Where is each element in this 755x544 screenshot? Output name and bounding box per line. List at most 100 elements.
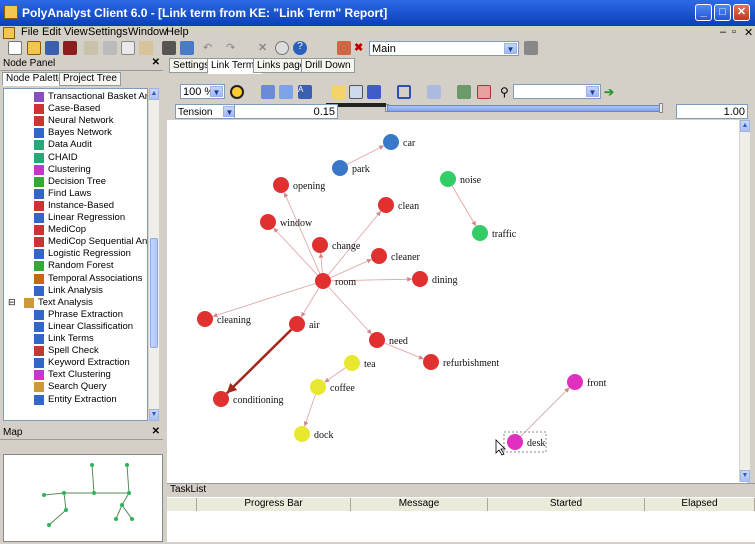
graph-edge[interactable] bbox=[324, 367, 346, 383]
graph-edge[interactable] bbox=[346, 145, 385, 165]
column-header-started[interactable]: Started bbox=[488, 498, 645, 511]
select-mode-icon[interactable] bbox=[332, 85, 346, 99]
paste-icon[interactable] bbox=[139, 41, 153, 55]
graph-edge[interactable] bbox=[225, 319, 302, 395]
redo-icon[interactable]: ↷ bbox=[226, 41, 240, 55]
mdi-restore-icon[interactable]: ▫ bbox=[732, 26, 736, 38]
close-icon[interactable]: ✕ bbox=[152, 426, 160, 437]
new-file-icon[interactable] bbox=[8, 41, 22, 55]
graph-edge[interactable] bbox=[330, 258, 372, 279]
tension-select[interactable]: Tension ▼ bbox=[175, 104, 238, 119]
maximize-button[interactable]: □ bbox=[714, 4, 731, 21]
graph-node-air[interactable] bbox=[289, 316, 305, 332]
print-icon[interactable] bbox=[84, 41, 98, 55]
graph-edge[interactable] bbox=[318, 252, 324, 274]
save-icon[interactable] bbox=[45, 41, 59, 55]
label-font-icon[interactable]: A bbox=[298, 85, 312, 99]
workspace-settings-icon[interactable] bbox=[524, 41, 538, 55]
close-icon[interactable]: ✕ bbox=[152, 57, 160, 68]
menu-settings[interactable]: Settings bbox=[88, 26, 128, 38]
graph-node-need[interactable] bbox=[369, 332, 385, 348]
fit-view-icon[interactable] bbox=[349, 85, 363, 99]
highlight-icon[interactable] bbox=[427, 85, 441, 99]
graph-node-refurbishment[interactable] bbox=[423, 354, 439, 370]
scroll-thumb[interactable] bbox=[150, 238, 158, 348]
help-icon[interactable]: ? bbox=[293, 41, 307, 55]
export-image-icon[interactable] bbox=[477, 85, 491, 99]
binoculars-icon[interactable]: ⚲ bbox=[500, 85, 514, 99]
graph-node-park[interactable] bbox=[332, 160, 348, 176]
graph-node-window[interactable] bbox=[260, 214, 276, 230]
collapse-icon[interactable]: ⊟ bbox=[8, 296, 16, 308]
edge-style-icon[interactable] bbox=[367, 85, 381, 99]
tension-max-field[interactable]: 1.00 bbox=[676, 104, 748, 119]
menu-window[interactable]: Window bbox=[128, 26, 167, 38]
graph-edge[interactable] bbox=[303, 394, 316, 427]
column-header-progress[interactable]: Progress Bar bbox=[197, 498, 351, 511]
column-header-message[interactable]: Message bbox=[351, 498, 488, 511]
back-icon[interactable] bbox=[162, 41, 176, 55]
graph-node-coffee[interactable] bbox=[310, 379, 326, 395]
menu-help[interactable]: Help bbox=[166, 26, 189, 38]
graph-node-tea[interactable] bbox=[344, 355, 360, 371]
graph-node-conditioning[interactable] bbox=[213, 391, 229, 407]
graph-edge[interactable] bbox=[328, 286, 372, 335]
graph-node-desk[interactable] bbox=[507, 434, 523, 450]
link-terms-graph[interactable]: car park noise traffic opening window clean cha… bbox=[167, 120, 747, 540]
graph-edge[interactable] bbox=[212, 283, 316, 318]
minimize-button[interactable]: _ bbox=[695, 4, 712, 21]
copy-icon[interactable] bbox=[121, 41, 135, 55]
graph-node-cleaning[interactable] bbox=[197, 311, 213, 327]
panel-toggle-icon[interactable] bbox=[180, 41, 194, 55]
scroll-down-icon[interactable]: ▼ bbox=[740, 470, 750, 482]
tree-vertical-scrollbar[interactable]: ▲ ▼ bbox=[148, 88, 159, 421]
graph-node-opening[interactable] bbox=[273, 177, 289, 193]
menu-view[interactable]: View bbox=[64, 26, 88, 38]
graph-edge[interactable] bbox=[520, 387, 570, 437]
scroll-up-icon[interactable]: ▲ bbox=[149, 88, 159, 100]
layout-circle-icon[interactable] bbox=[230, 85, 244, 99]
graph-node-front[interactable] bbox=[567, 374, 583, 390]
graph-node-room[interactable] bbox=[315, 273, 331, 289]
map-overview[interactable] bbox=[3, 454, 163, 542]
cut-icon[interactable] bbox=[103, 41, 117, 55]
run-icon[interactable] bbox=[337, 41, 351, 55]
tab-project-tree[interactable]: Project Tree bbox=[59, 72, 121, 86]
column-header-elapsed[interactable]: Elapsed bbox=[645, 498, 755, 511]
grid-layout-icon[interactable] bbox=[261, 85, 275, 99]
undo-icon[interactable]: ↶ bbox=[203, 41, 217, 55]
delete-icon[interactable]: ✕ bbox=[258, 41, 272, 55]
save-as-icon[interactable] bbox=[63, 41, 77, 55]
node-shape-icon[interactable] bbox=[397, 85, 411, 99]
graph-node-clean[interactable] bbox=[378, 197, 394, 213]
tab-drill-down[interactable]: Drill Down bbox=[301, 58, 355, 73]
tree-layout-icon[interactable] bbox=[279, 85, 293, 99]
graph-node-dock[interactable] bbox=[294, 426, 310, 442]
graph-node-dining[interactable] bbox=[412, 271, 428, 287]
close-button[interactable]: ✕ bbox=[733, 4, 750, 21]
zoom-select[interactable]: 100 % ▼ bbox=[180, 84, 225, 99]
graph-edge[interactable] bbox=[283, 192, 321, 274]
tension-max-handle[interactable] bbox=[659, 103, 663, 113]
mdi-minimize-icon[interactable]: – bbox=[720, 26, 726, 38]
graph-edge[interactable] bbox=[300, 287, 320, 318]
tab-node-palette[interactable]: Node Palette bbox=[2, 72, 68, 86]
graph-edge[interactable] bbox=[451, 185, 477, 227]
graph-node-cleaner[interactable] bbox=[371, 248, 387, 264]
search-select[interactable]: ▼ bbox=[513, 84, 601, 99]
open-folder-icon[interactable] bbox=[27, 41, 41, 55]
refresh-icon[interactable] bbox=[457, 85, 471, 99]
graph-node-traffic[interactable] bbox=[472, 225, 488, 241]
scroll-up-icon[interactable]: ▲ bbox=[740, 120, 750, 132]
menu-edit[interactable]: Edit bbox=[42, 26, 61, 38]
menu-file[interactable]: File bbox=[21, 26, 39, 38]
graph-node-change[interactable] bbox=[312, 237, 328, 253]
tension-min-field[interactable]: 0.15 bbox=[234, 104, 338, 119]
scroll-down-icon[interactable]: ▼ bbox=[149, 409, 159, 421]
stop-icon[interactable]: ✖ bbox=[354, 41, 368, 55]
workspace-select[interactable]: Main ▼ bbox=[369, 41, 519, 56]
mdi-close-icon[interactable]: ✕ bbox=[744, 26, 753, 39]
graph-edge[interactable] bbox=[273, 227, 318, 276]
find-icon[interactable] bbox=[275, 41, 289, 55]
graph-node-car[interactable] bbox=[383, 134, 399, 150]
